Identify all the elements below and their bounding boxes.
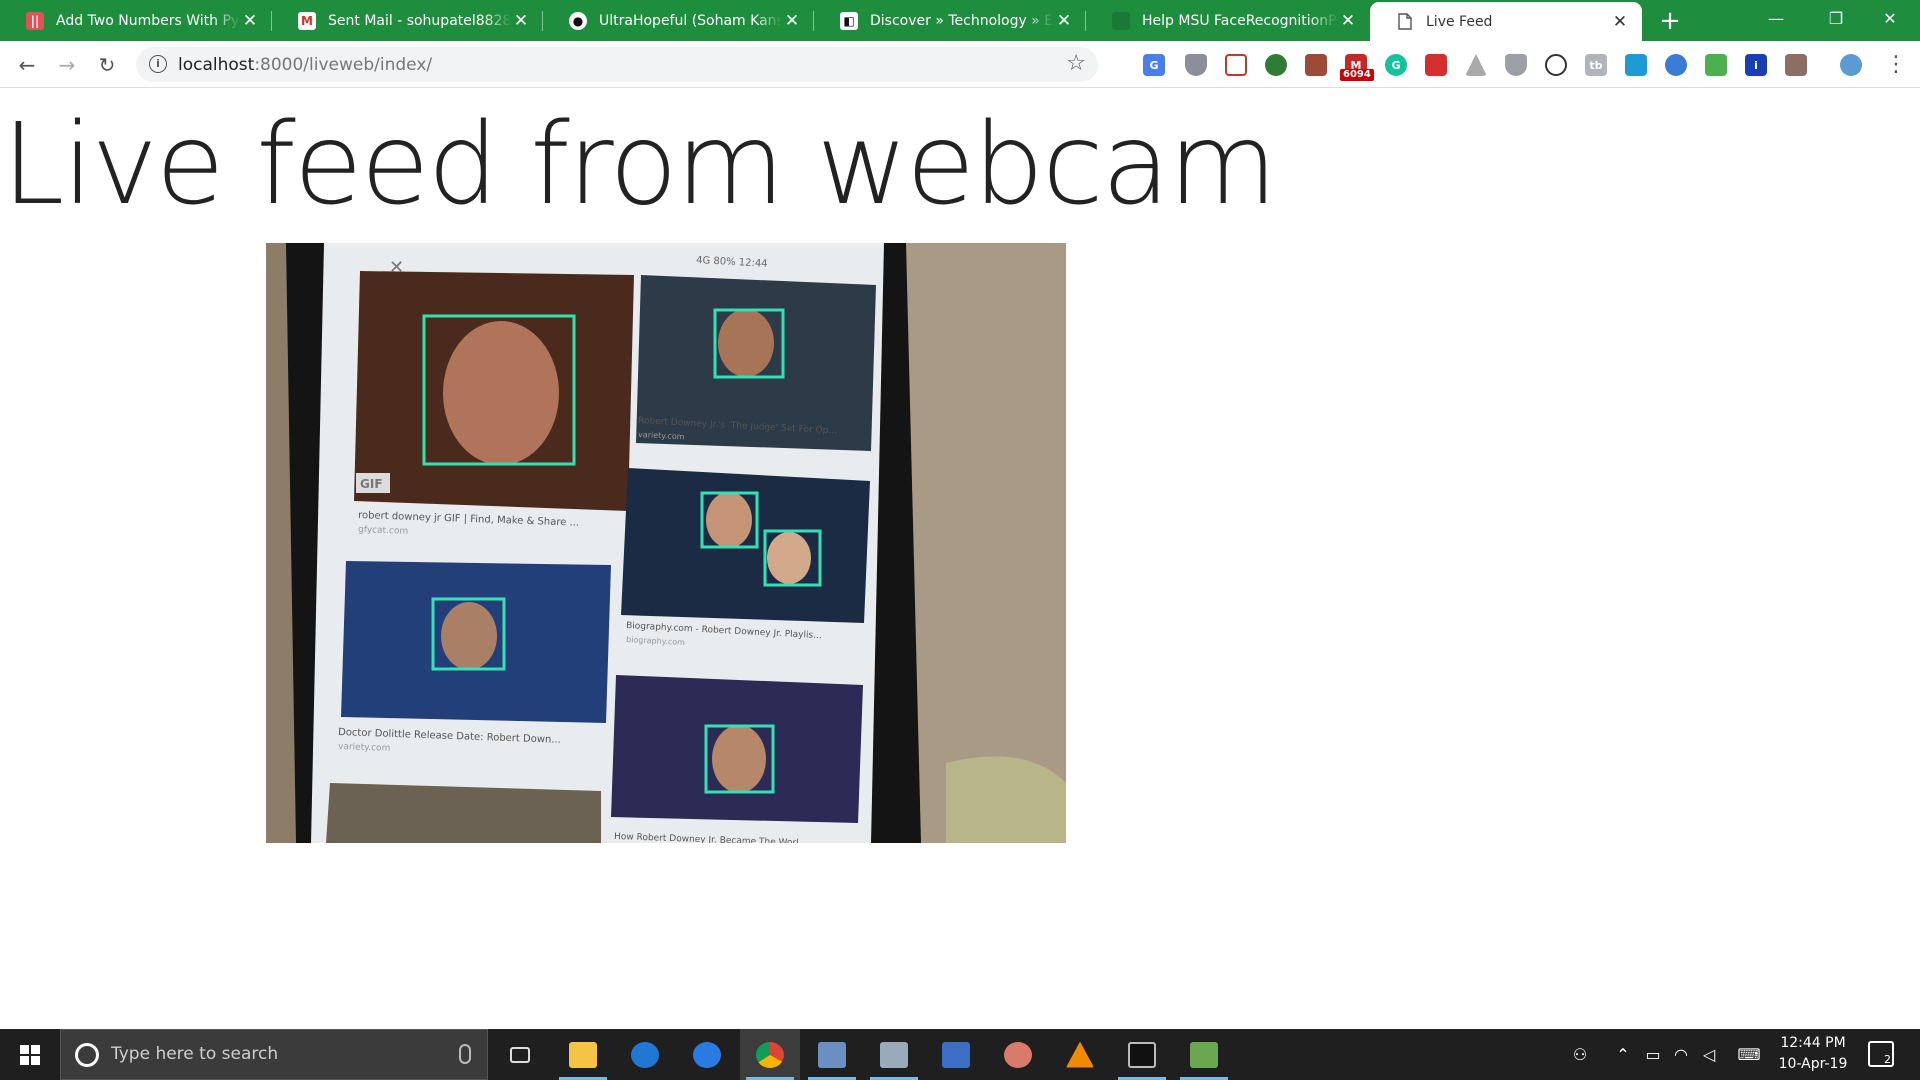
tab-title: Help MSU FaceRecognitionProject: [1142, 12, 1338, 29]
close-tab-icon[interactable]: ✕: [782, 11, 802, 31]
tab-title: Live Feed: [1426, 13, 1493, 30]
chrome-icon[interactable]: [740, 1029, 800, 1080]
tab-title: Sent Mail - sohupatel8828@gmail.com: [328, 12, 511, 29]
cortana-icon: [75, 1043, 99, 1067]
github-icon: ●: [569, 11, 587, 30]
clock-date: 10-Apr-19: [1778, 1056, 1848, 1072]
screen-capture-icon[interactable]: [1705, 54, 1727, 76]
edge-icon[interactable]: [615, 1029, 675, 1080]
pdf-extension-icon[interactable]: [1305, 54, 1327, 76]
stripe-icon: ||: [26, 11, 44, 30]
profile-avatar[interactable]: [1840, 54, 1862, 76]
close-tab-icon[interactable]: ✕: [1338, 11, 1358, 31]
back-button[interactable]: ←: [12, 50, 42, 80]
tab-add-two-numbers[interactable]: || Add Two Numbers With Python ✕: [0, 0, 272, 41]
feed-source: variety.com: [338, 742, 391, 754]
close-icon: ✕: [389, 257, 404, 278]
paint-icon[interactable]: [988, 1029, 1048, 1080]
grammarly-icon[interactable]: G: [1385, 54, 1407, 76]
info-extension-icon[interactable]: i: [1745, 54, 1767, 76]
microphone-icon[interactable]: [459, 1044, 471, 1064]
browser-menu-icon[interactable]: ⋮: [1885, 52, 1907, 78]
copy-extension-icon[interactable]: [1625, 54, 1647, 76]
tab-title: Discover » Technology » Endless: [870, 12, 1054, 29]
show-hidden-icons[interactable]: ⌃: [1610, 1029, 1636, 1080]
tab-live-feed[interactable]: Live Feed ✕: [1370, 2, 1642, 41]
page-title: Live feed from webcam: [2, 100, 1277, 230]
file-explorer-icon[interactable]: [553, 1029, 613, 1080]
extension-count-badge: 6094: [1340, 69, 1374, 81]
google-translate-icon[interactable]: G: [1143, 54, 1165, 76]
address-bar[interactable]: i localhost:8000/liveweb/index/ ☆: [136, 47, 1098, 82]
restore-button[interactable]: ❐: [1806, 0, 1866, 41]
cast-extension-icon[interactable]: [1785, 54, 1807, 76]
system-clock[interactable]: 12:44 PM 10-Apr-19: [1768, 1033, 1858, 1075]
tab-title: Add Two Numbers With Python: [56, 12, 240, 29]
help-icon: [1112, 11, 1130, 30]
tab-discover[interactable]: ◧ Discover » Technology » Endless ✕: [814, 0, 1086, 41]
reload-button[interactable]: ↻: [92, 50, 122, 80]
start-button[interactable]: [0, 1029, 60, 1080]
wifi-icon[interactable]: ◠: [1668, 1029, 1694, 1080]
close-tab-icon[interactable]: ✕: [511, 11, 531, 31]
bookmark-extension-icon[interactable]: [1425, 54, 1447, 76]
people-icon[interactable]: ⚇: [1565, 1029, 1595, 1080]
privacy-extension-icon[interactable]: [1505, 54, 1527, 76]
battery-icon[interactable]: ▭: [1640, 1029, 1666, 1080]
firefox-icon[interactable]: [677, 1029, 737, 1080]
terminal-icon[interactable]: [1112, 1029, 1172, 1080]
gmail-icon: M: [298, 11, 316, 30]
network-app-icon[interactable]: [926, 1029, 986, 1080]
site-info-icon[interactable]: i: [149, 55, 167, 73]
clock-time: 12:44 PM: [1780, 1035, 1846, 1051]
taskbar-search-box[interactable]: Type here to search: [60, 1029, 488, 1080]
drive-extension-icon[interactable]: [1465, 54, 1487, 76]
close-window-button[interactable]: ✕: [1860, 0, 1920, 41]
gif-label: GIF: [360, 477, 383, 491]
notification-count: 2: [1884, 1053, 1891, 1066]
control-panel-icon[interactable]: [864, 1029, 924, 1080]
speed-extension-icon[interactable]: [1545, 54, 1567, 76]
page-icon: [1396, 13, 1414, 31]
url-path: :8000/liveweb/index/: [254, 55, 433, 75]
webcam-frame: GIF robert downey jr GIF | Find, Make & …: [266, 243, 1066, 843]
windows-logo-icon: [20, 1044, 40, 1065]
url-text[interactable]: localhost:8000/liveweb/index/: [178, 55, 432, 75]
pocket-icon[interactable]: [1225, 54, 1247, 76]
image-viewer-icon[interactable]: [1174, 1029, 1234, 1080]
feed-source: gfycat.com: [358, 525, 408, 537]
close-tab-icon[interactable]: ✕: [1054, 11, 1074, 31]
search-placeholder: Type here to search: [111, 1044, 279, 1064]
windows-taskbar: Type here to search ⚇ ⌃ ▭ ◠ ◁ ⌨ 12:44 PM…: [0, 1029, 1920, 1080]
webcam-feed-image: GIF robert downey jr GIF | Find, Make & …: [266, 243, 1066, 843]
vlc-icon[interactable]: [1050, 1029, 1110, 1080]
task-view-icon[interactable]: [490, 1029, 550, 1080]
discover-icon: ◧: [840, 11, 858, 30]
forward-button[interactable]: →: [52, 50, 82, 80]
new-tab-button[interactable]: +: [1654, 5, 1686, 37]
tab-sent-mail[interactable]: M Sent Mail - sohupatel8828@gmail.com ✕: [272, 0, 543, 41]
bookmark-star-icon[interactable]: ☆: [1066, 51, 1086, 76]
browser-toolbar: ← → ↻ i localhost:8000/liveweb/index/ ☆ …: [0, 41, 1920, 88]
volume-icon[interactable]: ◁: [1696, 1029, 1722, 1080]
close-tab-icon[interactable]: ✕: [240, 11, 260, 31]
shield-extension-icon[interactable]: [1185, 54, 1207, 76]
tab-help-msu[interactable]: Help MSU FaceRecognitionProject ✕: [1086, 0, 1370, 41]
globe-extension-icon[interactable]: [1265, 54, 1287, 76]
url-host: localhost: [178, 55, 255, 75]
tab-github[interactable]: ● UltraHopeful (Soham Kansodaria) ✕: [543, 0, 814, 41]
tab-strip: || Add Two Numbers With Python ✕ M Sent …: [0, 0, 1920, 41]
action-center-icon[interactable]: 2: [1868, 1041, 1894, 1067]
remote-desktop-icon[interactable]: [802, 1029, 862, 1080]
sync-extension-icon[interactable]: [1665, 54, 1687, 76]
close-tab-icon[interactable]: ✕: [1610, 12, 1630, 32]
keyboard-icon[interactable]: ⌨: [1732, 1029, 1766, 1080]
tab-title: UltraHopeful (Soham Kansodaria): [599, 12, 782, 29]
photo-tile: [326, 783, 601, 843]
tb-extension-icon[interactable]: tb: [1585, 54, 1607, 76]
minimize-button[interactable]: —: [1746, 0, 1806, 41]
